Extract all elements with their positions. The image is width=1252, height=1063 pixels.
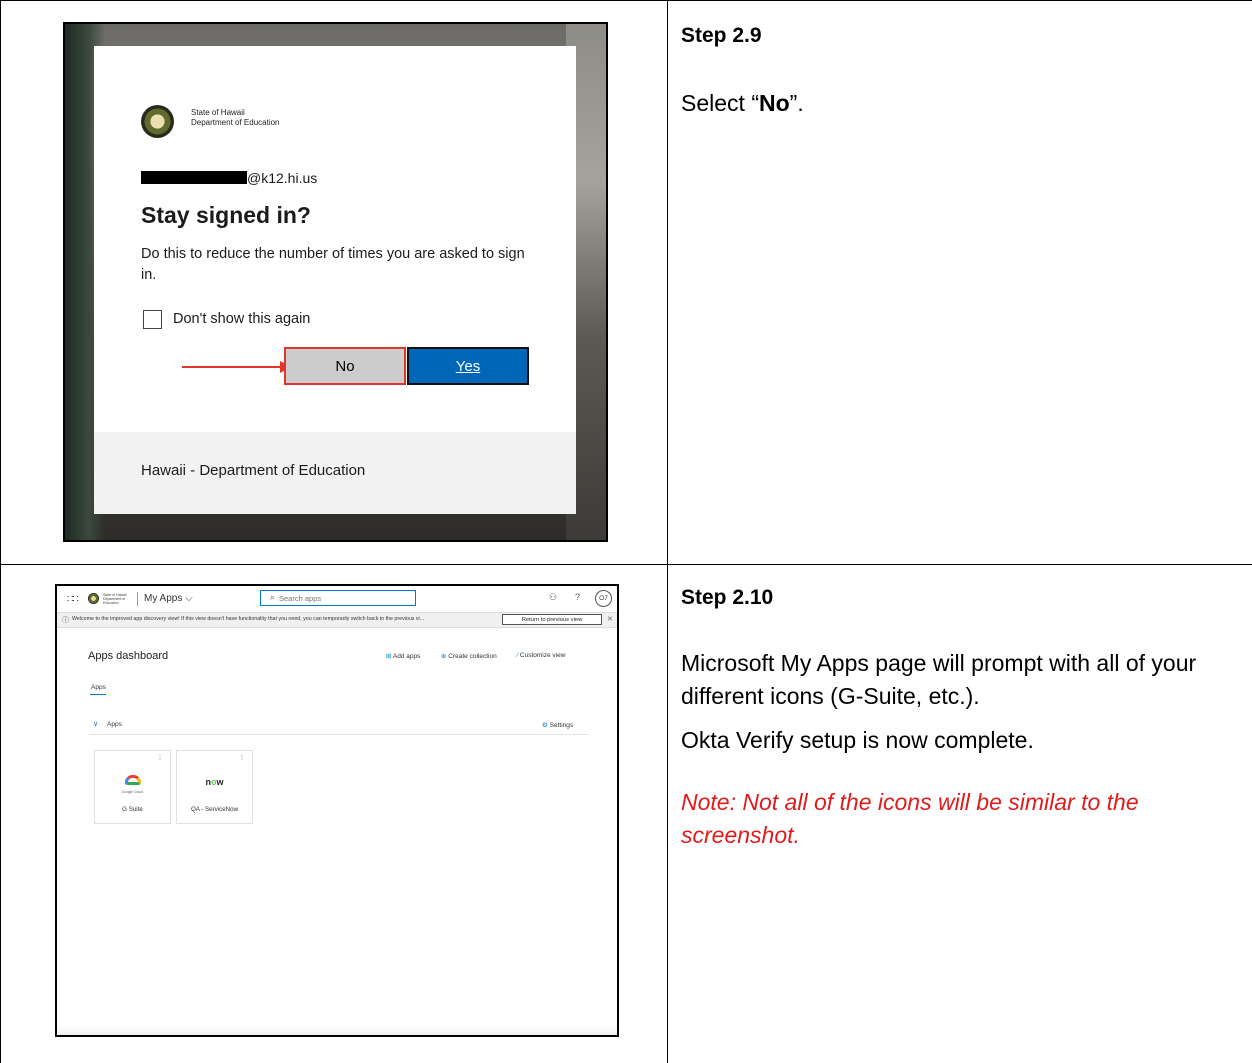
servicenow-icon: now — [205, 777, 224, 787]
search-input[interactable] — [279, 592, 409, 604]
chevron-down-icon[interactable]: ∨ — [93, 720, 98, 728]
tab-selected-indicator — [90, 694, 106, 695]
bottom-edge — [57, 1025, 617, 1035]
tile-label: QA - ServiceNow — [190, 806, 239, 813]
dont-show-again-label[interactable]: Don't show this again — [173, 311, 310, 327]
info-icon: ⓘ — [62, 617, 69, 624]
page-title: Apps dashboard — [88, 650, 169, 662]
table-border-left — [0, 0, 1, 1063]
close-icon[interactable]: ✕ — [607, 615, 613, 623]
top-bar: ∷∷ State of Hawaii Department of Educati… — [57, 586, 617, 612]
customize-view-button[interactable]: ⁄ Customize view — [517, 652, 565, 659]
org-name-small: State of Hawaii Department of Education — [103, 593, 127, 605]
card-footer: Hawaii - Department of Education — [94, 432, 576, 514]
more-options-icon[interactable]: ⋮ — [157, 754, 163, 761]
help-icon[interactable]: ? — [575, 592, 580, 602]
signin-card: State of Hawaii Department of Education … — [94, 46, 576, 514]
divider — [89, 734, 589, 735]
step-2-9-title: Step 2.9 — [681, 24, 762, 47]
app-switcher[interactable]: My Apps ⌵ — [144, 593, 193, 604]
search-icon: ⌕ — [270, 592, 276, 602]
myapps-screenshot: ∷∷ State of Hawaii Department of Educati… — [55, 584, 619, 1037]
more-options-icon[interactable]: ⋮ — [239, 754, 245, 761]
org-name: State of Hawaii Department of Education — [191, 108, 280, 127]
google-cloud-icon — [125, 775, 141, 785]
email-redaction — [141, 171, 247, 184]
dont-show-again-checkbox[interactable] — [143, 310, 162, 329]
table-row-divider — [0, 564, 1252, 565]
step-2-10-para1: Microsoft My Apps page will prompt with … — [681, 650, 1197, 709]
info-banner: ⓘ Welcome to the improved app discovery … — [57, 612, 617, 628]
step-2-9-text: Select “No”. — [681, 90, 804, 116]
add-apps-icon: ⊞ — [386, 653, 392, 660]
no-button[interactable]: No — [284, 347, 406, 385]
step-2-10-title: Step 2.10 — [681, 586, 774, 609]
create-collection-button[interactable]: ⊕ Create collection — [441, 652, 497, 660]
table-col-divider — [667, 0, 668, 1063]
callout-arrow-icon — [182, 366, 282, 368]
footer-org-name: Hawaii - Department of Education — [141, 462, 366, 479]
brush-icon: ⁄ — [517, 652, 519, 659]
doe-seal-icon — [88, 593, 99, 604]
doe-seal-icon — [141, 105, 174, 138]
app-tile-g-suite[interactable]: ⋮ Google Cloud G Suite — [94, 750, 171, 824]
yes-button[interactable]: Yes — [407, 347, 529, 385]
step-2-10-para2: Okta Verify setup is now complete. — [681, 727, 1034, 753]
logo-caption: Google Cloud — [121, 790, 144, 794]
app-launcher-icon[interactable]: ∷∷ — [67, 594, 79, 605]
dialog-title: Stay signed in? — [141, 202, 311, 228]
table-border-top — [0, 0, 1252, 1]
settings-button[interactable]: ⚙ Settings — [542, 721, 573, 729]
return-to-previous-view-button[interactable]: Return to previous view — [502, 614, 602, 625]
gear-icon: ⚙ — [542, 722, 548, 729]
step-2-10-note: Note: Not all of the icons will be simil… — [681, 789, 1139, 848]
app-tile-servicenow[interactable]: ⋮ now QA - ServiceNow — [176, 750, 253, 824]
section-title: Apps — [107, 721, 122, 728]
add-apps-button[interactable]: ⊞ Add apps — [386, 652, 420, 660]
tile-label: G Suite — [122, 806, 143, 813]
chevron-down-icon: ⌵ — [185, 593, 193, 604]
avatar[interactable]: O7 — [595, 590, 612, 607]
divider — [137, 592, 138, 606]
instruction-table: Step 2.9 Select “No”. Step 2.10 Microsof… — [0, 0, 1252, 1063]
organization-icon[interactable]: ⚇ — [549, 592, 557, 603]
plus-circle-icon: ⊕ — [441, 653, 447, 660]
account-email: @k12.hi.us — [247, 170, 318, 186]
dialog-description: Do this to reduce the number of times yo… — [141, 246, 525, 283]
signin-screenshot: State of Hawaii Department of Education … — [63, 22, 608, 542]
banner-text: Welcome to the improved app discovery vi… — [72, 616, 425, 622]
tab-apps[interactable]: Apps — [91, 684, 106, 691]
